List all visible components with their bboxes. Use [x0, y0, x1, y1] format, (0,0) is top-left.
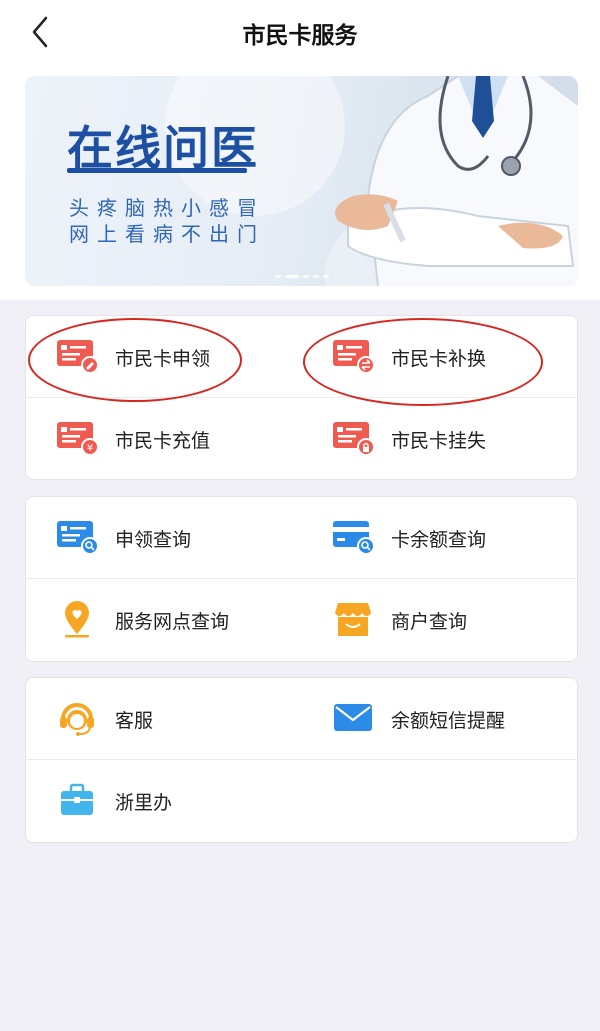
banner-subtitle-line2: 网上看病不出门: [69, 222, 265, 246]
menu-item-label: 市民卡充值: [115, 430, 211, 452]
menu-item-balance-query[interactable]: 卡余额查询: [302, 497, 578, 578]
menu-item-label: 服务网点查询: [115, 611, 230, 633]
menu-item-outlet-query[interactable]: 服务网点查询: [26, 579, 302, 660]
headset-icon: [60, 703, 94, 736]
card-row: 浙里办: [26, 759, 577, 843]
shop-icon: [335, 603, 371, 636]
menu-item-card-replace[interactable]: 市民卡补换: [302, 316, 578, 397]
menu-item-merchant-query[interactable]: 商户查询: [302, 579, 578, 660]
menu-item-apply-query[interactable]: 申领查询: [26, 497, 302, 578]
card-query: 申领查询 卡余额查询 服务网点查询 商户查询: [25, 496, 578, 662]
menu-item-label: 客服: [115, 710, 154, 732]
apply-query-icon: [57, 521, 98, 555]
menu-item-label: 商户查询: [391, 611, 468, 633]
card-citizen-card: 市民卡申领 市民卡补换 ¥ 市民卡充值 市民卡挂失: [25, 315, 578, 480]
menu-item-label: 申领查询: [115, 529, 192, 551]
briefcase-icon: [61, 783, 93, 815]
location-pin-icon: [65, 601, 89, 638]
menu-item-label: 市民卡申领: [115, 348, 211, 370]
menu-item-label: 市民卡挂失: [391, 430, 487, 452]
card-lost-icon: [333, 422, 374, 456]
card-recharge-icon: ¥: [57, 422, 98, 456]
banner-underline: [67, 168, 247, 173]
menu-item-balance-sms[interactable]: 余额短信提醒: [302, 678, 578, 759]
banner-subtitle-line1: 头疼脑热小感冒: [69, 196, 265, 220]
banner[interactable]: 在线问医 头疼脑热小感冒 网上看病不出门: [25, 76, 578, 286]
card-row: 申领查询 卡余额查询: [26, 497, 577, 578]
menu-item-zheliban[interactable]: 浙里办: [26, 760, 302, 841]
card-row: 市民卡申领 市民卡补换: [26, 316, 577, 397]
nav-bar: 市民卡服务: [0, 0, 600, 62]
doctor-illustration: [335, 76, 578, 286]
menu-item-label: 市民卡补换: [391, 348, 487, 370]
menu-item-card-apply[interactable]: 市民卡申领: [26, 316, 302, 397]
carousel-dots: [275, 275, 329, 278]
menu-item-label: 余额短信提醒: [391, 710, 506, 732]
card-row: 客服 余额短信提醒: [26, 678, 577, 759]
card-apply-icon: [57, 340, 98, 374]
menu-item-label: 卡余额查询: [391, 529, 487, 551]
balance-query-icon: [333, 521, 374, 555]
svg-text:¥: ¥: [87, 443, 93, 454]
page-title: 市民卡服务: [242, 23, 358, 49]
card-row: 服务网点查询 商户查询: [26, 578, 577, 662]
mail-icon: [334, 704, 372, 731]
menu-item-card-recharge[interactable]: ¥ 市民卡充值: [26, 398, 302, 479]
menu-item-customer-service[interactable]: 客服: [26, 678, 302, 759]
card-other: 客服 余额短信提醒 浙里办: [25, 677, 578, 843]
menu-item-card-lost[interactable]: 市民卡挂失: [302, 398, 578, 479]
card-row: ¥ 市民卡充值 市民卡挂失: [26, 397, 577, 480]
menu-item-label: 浙里办: [115, 792, 173, 814]
card-replace-icon: [333, 340, 374, 374]
